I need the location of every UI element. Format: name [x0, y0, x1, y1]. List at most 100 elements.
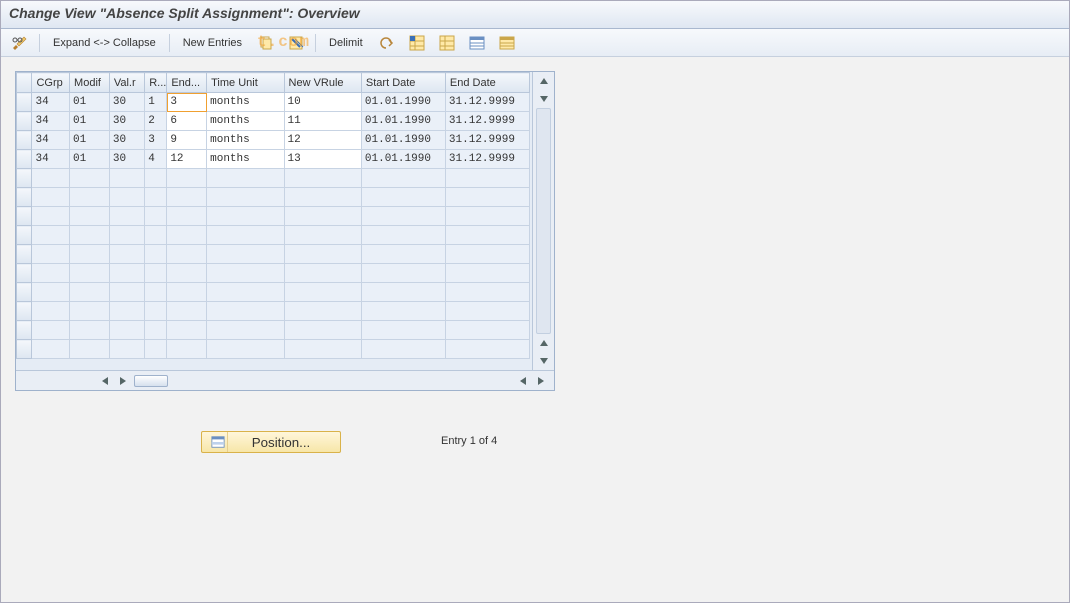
- cell-empty[interactable]: [109, 169, 144, 188]
- cell-enddate[interactable]: 31.12.9999: [445, 150, 529, 169]
- cell-startdate[interactable]: 01.01.1990: [361, 93, 445, 112]
- scroll-up-button[interactable]: [533, 72, 554, 90]
- scroll-thumb[interactable]: [134, 375, 168, 387]
- cell-empty[interactable]: [70, 321, 110, 340]
- cell-empty[interactable]: [145, 264, 167, 283]
- cell-newvrule[interactable]: 13: [284, 150, 361, 169]
- cell-enddate[interactable]: 31.12.9999: [445, 131, 529, 150]
- cell-modif[interactable]: 01: [70, 150, 110, 169]
- cell-empty[interactable]: [284, 188, 361, 207]
- scroll-page-up-button[interactable]: [533, 90, 554, 108]
- cell-newvrule[interactable]: 11: [284, 112, 361, 131]
- table-row-empty[interactable]: [17, 207, 530, 226]
- cell-end[interactable]: 12: [167, 150, 207, 169]
- cell-empty[interactable]: [32, 264, 70, 283]
- cell-valr[interactable]: 30: [109, 150, 144, 169]
- print-button[interactable]: [494, 33, 520, 53]
- cell-empty[interactable]: [70, 283, 110, 302]
- cell-empty[interactable]: [145, 340, 167, 359]
- cell-empty[interactable]: [109, 226, 144, 245]
- cell-empty[interactable]: [145, 245, 167, 264]
- cell-empty[interactable]: [109, 188, 144, 207]
- cell-end[interactable]: 6: [167, 112, 207, 131]
- cell-empty[interactable]: [32, 340, 70, 359]
- cell-empty[interactable]: [167, 188, 207, 207]
- cell-empty[interactable]: [167, 340, 207, 359]
- copy-button[interactable]: [253, 33, 279, 53]
- cell-empty[interactable]: [207, 321, 284, 340]
- table-row-empty[interactable]: [17, 321, 530, 340]
- cell-empty[interactable]: [109, 340, 144, 359]
- cell-empty[interactable]: [361, 340, 445, 359]
- cell-empty[interactable]: [284, 245, 361, 264]
- table-row-empty[interactable]: [17, 302, 530, 321]
- cell-end[interactable]: 9: [167, 131, 207, 150]
- cell-empty[interactable]: [109, 207, 144, 226]
- cell-empty[interactable]: [70, 245, 110, 264]
- cell-empty[interactable]: [109, 302, 144, 321]
- cell-empty[interactable]: [445, 245, 529, 264]
- cell-empty[interactable]: [445, 340, 529, 359]
- cell-empty[interactable]: [284, 207, 361, 226]
- scroll-page-down-button[interactable]: [533, 334, 554, 352]
- cell-end[interactable]: 3: [167, 93, 207, 112]
- cell-empty[interactable]: [167, 207, 207, 226]
- cell-r[interactable]: 2: [145, 112, 167, 131]
- cell-newvrule[interactable]: 10: [284, 93, 361, 112]
- cell-startdate[interactable]: 01.01.1990: [361, 150, 445, 169]
- cell-empty[interactable]: [109, 245, 144, 264]
- row-handle[interactable]: [17, 340, 32, 359]
- table-row-empty[interactable]: [17, 226, 530, 245]
- col-header-cgrp[interactable]: CGrp: [32, 73, 70, 93]
- cell-empty[interactable]: [361, 283, 445, 302]
- row-handle[interactable]: [17, 188, 32, 207]
- table-row-empty[interactable]: [17, 340, 530, 359]
- delete-button[interactable]: [283, 33, 309, 53]
- cell-r[interactable]: 1: [145, 93, 167, 112]
- table-row-empty[interactable]: [17, 264, 530, 283]
- cell-timeunit[interactable]: months: [207, 93, 284, 112]
- corner-cell[interactable]: [17, 73, 32, 93]
- cell-empty[interactable]: [361, 226, 445, 245]
- data-grid[interactable]: CGrp Modif Val.r R... End... Time Unit N…: [16, 72, 530, 359]
- scroll-left-button[interactable]: [96, 373, 114, 389]
- scroll-track[interactable]: [536, 108, 551, 334]
- cell-empty[interactable]: [70, 226, 110, 245]
- cell-modif[interactable]: 01: [70, 131, 110, 150]
- cell-valr[interactable]: 30: [109, 131, 144, 150]
- scroll-left-end-button[interactable]: [514, 373, 532, 389]
- cell-valr[interactable]: 30: [109, 112, 144, 131]
- cell-empty[interactable]: [207, 340, 284, 359]
- cell-empty[interactable]: [145, 302, 167, 321]
- col-header-r[interactable]: R...: [145, 73, 167, 93]
- table-row-empty[interactable]: [17, 245, 530, 264]
- col-header-modif[interactable]: Modif: [70, 73, 110, 93]
- col-header-newvrule[interactable]: New VRule: [284, 73, 361, 93]
- cell-modif[interactable]: 01: [70, 112, 110, 131]
- vertical-scrollbar[interactable]: [532, 72, 554, 370]
- cell-r[interactable]: 3: [145, 131, 167, 150]
- cell-empty[interactable]: [145, 169, 167, 188]
- cell-empty[interactable]: [445, 264, 529, 283]
- cell-empty[interactable]: [145, 188, 167, 207]
- cell-empty[interactable]: [145, 321, 167, 340]
- new-entries-button[interactable]: New Entries: [176, 33, 249, 53]
- cell-empty[interactable]: [361, 321, 445, 340]
- cell-empty[interactable]: [207, 264, 284, 283]
- cell-empty[interactable]: [445, 207, 529, 226]
- cell-empty[interactable]: [145, 207, 167, 226]
- cell-empty[interactable]: [109, 264, 144, 283]
- cell-empty[interactable]: [207, 283, 284, 302]
- cell-empty[interactable]: [207, 169, 284, 188]
- cell-empty[interactable]: [445, 321, 529, 340]
- cell-empty[interactable]: [284, 169, 361, 188]
- cell-empty[interactable]: [207, 302, 284, 321]
- cell-empty[interactable]: [207, 207, 284, 226]
- cell-modif[interactable]: 01: [70, 93, 110, 112]
- position-button[interactable]: Position...: [201, 431, 341, 453]
- row-handle[interactable]: [17, 169, 32, 188]
- row-handle[interactable]: [17, 226, 32, 245]
- cell-empty[interactable]: [361, 302, 445, 321]
- row-handle[interactable]: [17, 112, 32, 131]
- cell-empty[interactable]: [445, 188, 529, 207]
